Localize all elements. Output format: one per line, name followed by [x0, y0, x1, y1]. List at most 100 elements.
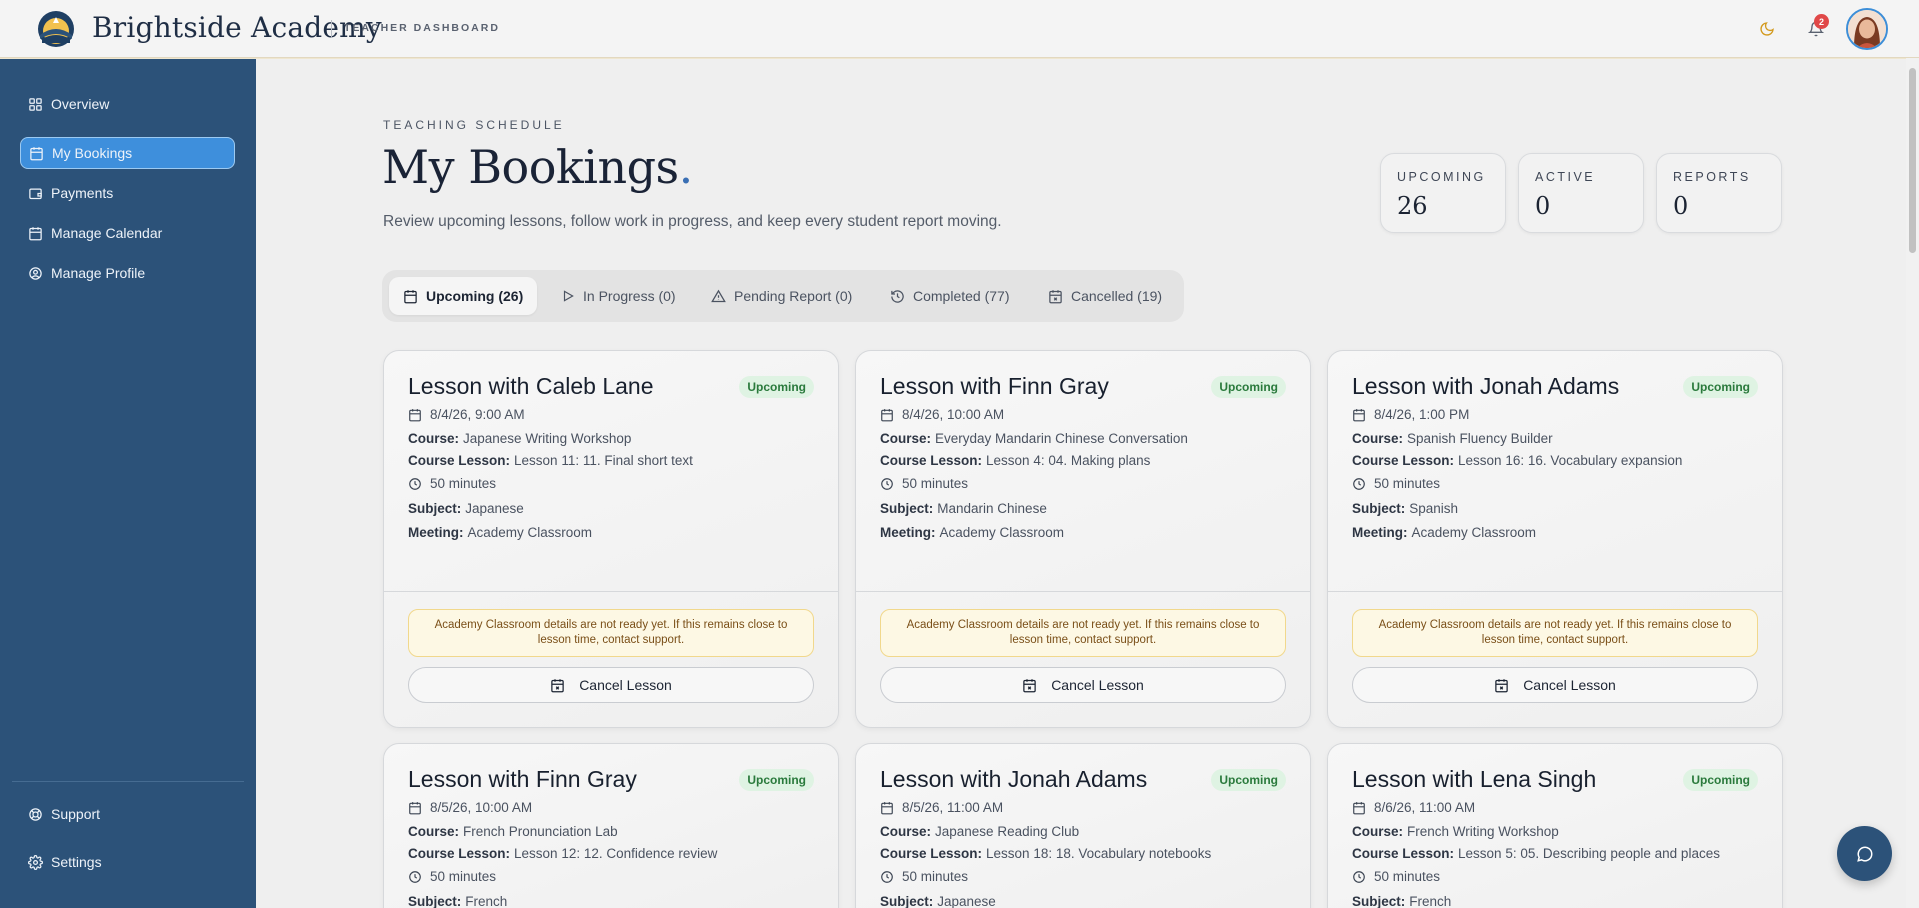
lesson-title: Lesson with Finn Gray [880, 373, 1109, 399]
page-scrollbar[interactable] [1906, 58, 1919, 908]
status-badge: Upcoming [739, 769, 814, 791]
academy-logo[interactable] [36, 9, 76, 49]
course-value: Everyday Mandarin Chinese Conversation [935, 431, 1188, 446]
tab-in-progress[interactable]: In Progress (0) [547, 277, 690, 315]
calendar-x-icon [551, 678, 564, 692]
chat-bubble-icon [1856, 846, 1873, 862]
tab-upcoming[interactable]: Upcoming (26) [389, 277, 538, 315]
course-label: Course: [1352, 431, 1404, 446]
lesson-subject: Subject: Mandarin Chinese [880, 501, 1047, 516]
calendar-x-icon [1023, 678, 1036, 692]
duration-text: 50 minutes [1374, 869, 1441, 884]
lesson-datetime: 8/4/26, 9:00 AM [408, 407, 525, 422]
tab-label: Cancelled (19) [1071, 288, 1163, 304]
tab-label: Completed (77) [913, 288, 1010, 304]
sidebar-item-label: Support [51, 806, 101, 822]
card-divider [856, 591, 1310, 592]
course-label: Course: [408, 431, 460, 446]
tab-label: In Progress (0) [583, 288, 676, 304]
lesson-datetime: 8/4/26, 10:00 AM [880, 407, 1004, 422]
calendar-icon [29, 226, 42, 240]
course-lesson-label: Course Lesson: [408, 846, 511, 861]
subject-label: Subject: [880, 501, 934, 516]
subject-value: Mandarin Chinese [937, 501, 1047, 516]
sidebar-item-manage-profile[interactable]: Manage Profile [20, 257, 235, 289]
tab-label: Upcoming (26) [426, 288, 524, 304]
calendar-icon [881, 408, 893, 421]
cancel-label: Cancel Lesson [1051, 677, 1144, 693]
lesson-subject: Subject: Spanish [1352, 501, 1458, 516]
cancel-lesson-button[interactable]: Cancel Lesson [880, 667, 1286, 703]
course-label: Course: [408, 824, 460, 839]
stat-value: 0 [1673, 192, 1689, 220]
cancel-lesson-button[interactable]: Cancel Lesson [1352, 667, 1758, 703]
lesson-subject: Subject: Japanese [880, 894, 996, 908]
datetime-text: 8/4/26, 1:00 PM [1374, 407, 1470, 422]
sidebar-item-manage-calendar[interactable]: Manage Calendar [20, 217, 235, 249]
chat-support-button[interactable] [1837, 826, 1892, 881]
lesson-datetime: 8/5/26, 11:00 AM [880, 800, 1003, 815]
clock-icon [409, 477, 421, 490]
brand-subtitle: TEACHER DASHBOARD [344, 22, 500, 34]
sidebar-item-overview[interactable]: Overview [20, 88, 235, 120]
calendar-icon [30, 146, 43, 160]
calendar-x-icon [1495, 678, 1508, 692]
tab-pending-report[interactable]: Pending Report (0) [697, 277, 866, 315]
course-label: Course: [880, 431, 932, 446]
course-value: Spanish Fluency Builder [1407, 431, 1553, 446]
course-lesson-value: Lesson 12: 12. Confidence review [514, 846, 718, 861]
meeting-label: Meeting: [1352, 525, 1408, 540]
calendar-icon [1353, 801, 1365, 814]
meeting-value: Academy Classroom [1411, 525, 1537, 540]
calendar-icon [881, 801, 893, 814]
cancel-lesson-button[interactable]: Cancel Lesson [408, 667, 814, 703]
lesson-duration: 50 minutes [1352, 869, 1440, 884]
meeting-value: Academy Classroom [939, 525, 1065, 540]
lesson-course-lesson: Course Lesson: Lesson 4: 04. Making plans [880, 453, 1150, 468]
stat-active: ACTIVE 0 [1518, 153, 1644, 233]
meeting-warning: Academy Classroom details are not ready … [880, 609, 1286, 657]
clock-icon [1353, 477, 1365, 490]
lesson-subject: Subject: French [408, 894, 507, 908]
lesson-course: Course: Japanese Writing Workshop [408, 431, 631, 446]
warning-icon [711, 289, 726, 302]
meeting-label: Meeting: [408, 525, 464, 540]
user-circle-icon [29, 266, 42, 280]
course-lesson-label: Course Lesson: [408, 453, 511, 468]
section-eyebrow: TEACHING SCHEDULE [383, 118, 565, 132]
calendar-icon [1353, 408, 1365, 421]
tab-completed[interactable]: Completed (77) [876, 277, 1024, 315]
dark-mode-toggle-icon[interactable] [1756, 18, 1778, 40]
brand-name: Brightside Academy [92, 11, 382, 44]
page-description: Review upcoming lessons, follow work in … [383, 213, 1002, 230]
duration-text: 50 minutes [430, 476, 497, 491]
stat-upcoming: UPCOMING 26 [1380, 153, 1506, 233]
duration-text: 50 minutes [1374, 476, 1441, 491]
subject-value: French [1409, 894, 1452, 908]
lifebuoy-icon [29, 807, 42, 821]
card-divider [384, 591, 838, 592]
page-title: My Bookings. [382, 140, 693, 194]
tab-cancelled[interactable]: Cancelled (19) [1034, 277, 1176, 315]
duration-text: 50 minutes [902, 476, 969, 491]
sidebar-item-support[interactable]: Support [20, 798, 235, 830]
booking-card: Lesson with Caleb Lane Upcoming 8/4/26, … [383, 350, 839, 728]
datetime-text: 8/4/26, 10:00 AM [902, 407, 1005, 422]
lesson-title: Lesson with Jonah Adams [880, 766, 1148, 792]
subject-value: French [465, 894, 508, 908]
course-lesson-value: Lesson 16: 16. Vocabulary expansion [1458, 453, 1683, 468]
lesson-title: Lesson with Lena Singh [1352, 766, 1597, 792]
sidebar-item-label: Manage Calendar [51, 225, 163, 241]
duration-text: 50 minutes [902, 869, 969, 884]
stat-label: UPCOMING [1397, 170, 1486, 184]
sidebar-item-settings[interactable]: Settings [20, 846, 235, 878]
sidebar-item-payments[interactable]: Payments [20, 177, 235, 209]
sidebar-item-my-bookings[interactable]: My Bookings [20, 137, 235, 169]
notification-count-badge: 2 [1814, 14, 1829, 29]
subject-label: Subject: [880, 894, 934, 908]
user-avatar[interactable] [1846, 8, 1888, 50]
lesson-duration: 50 minutes [408, 869, 496, 884]
stat-reports: REPORTS 0 [1656, 153, 1782, 233]
card-divider [1328, 591, 1782, 592]
scrollbar-thumb[interactable] [1909, 68, 1916, 253]
